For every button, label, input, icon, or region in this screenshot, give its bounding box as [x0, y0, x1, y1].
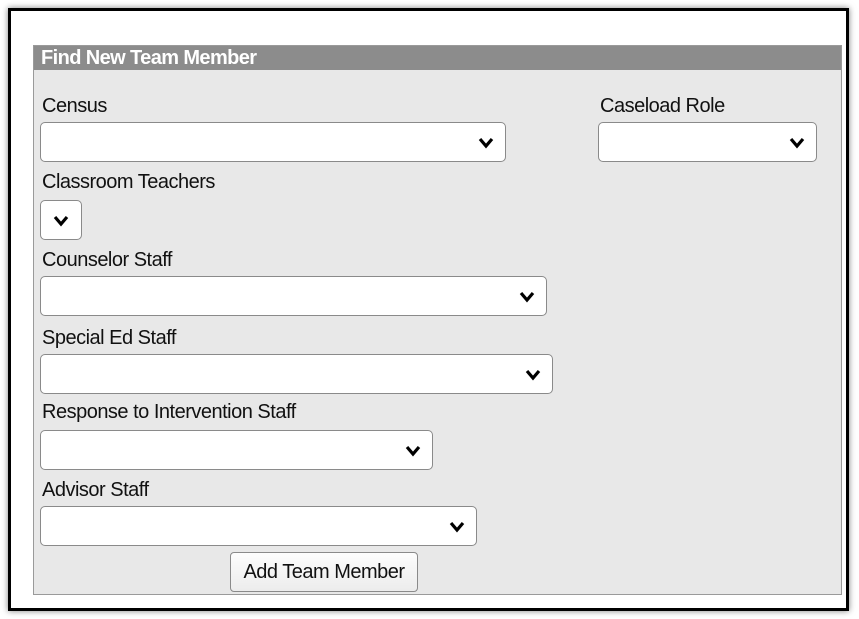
advisor-staff-select[interactable]: [40, 506, 477, 546]
special-ed-staff-select[interactable]: [40, 354, 553, 394]
census-select[interactable]: [40, 122, 506, 162]
census-label: Census: [42, 95, 107, 117]
rti-staff-label: Response to Intervention Staff: [42, 401, 296, 423]
chevron-down-icon: [405, 445, 421, 457]
chevron-down-icon: [789, 137, 805, 149]
rti-staff-select[interactable]: [40, 430, 433, 470]
chevron-down-icon: [478, 137, 494, 149]
find-team-member-panel: Find New Team Member Census Caseload Rol…: [33, 45, 842, 595]
panel-title: Find New Team Member: [34, 46, 841, 70]
chevron-down-icon: [525, 369, 541, 381]
special-ed-staff-label: Special Ed Staff: [42, 327, 176, 349]
advisor-staff-label: Advisor Staff: [42, 479, 149, 501]
chevron-down-icon: [53, 215, 69, 227]
counselor-staff-select[interactable]: [40, 276, 547, 316]
classroom-teachers-label: Classroom Teachers: [42, 171, 215, 193]
chevron-down-icon: [449, 521, 465, 533]
caseload-role-select[interactable]: [598, 122, 817, 162]
caseload-role-label: Caseload Role: [600, 95, 725, 117]
classroom-teachers-select[interactable]: [40, 200, 82, 240]
add-team-member-button[interactable]: Add Team Member: [230, 552, 418, 592]
window-frame: Find New Team Member Census Caseload Rol…: [8, 8, 849, 611]
counselor-staff-label: Counselor Staff: [42, 249, 173, 271]
chevron-down-icon: [519, 291, 535, 303]
